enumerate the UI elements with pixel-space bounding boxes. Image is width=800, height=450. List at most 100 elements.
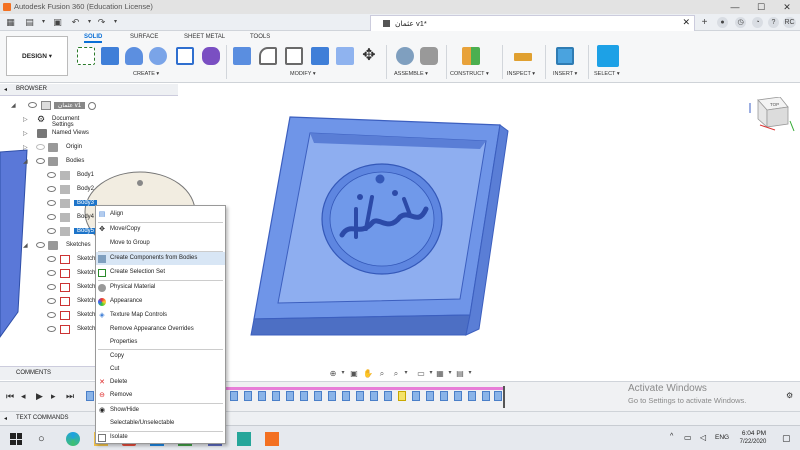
timeline-feature[interactable] bbox=[342, 391, 350, 401]
clock-time[interactable]: 6:04 PM bbox=[739, 430, 769, 437]
menu-item-create-selection-set[interactable]: Create Selection Set bbox=[96, 266, 225, 279]
fusion-taskbar-icon[interactable] bbox=[265, 432, 279, 446]
timeline-feature[interactable] bbox=[482, 391, 490, 401]
timeline-start-icon[interactable]: ⏮ bbox=[6, 391, 14, 402]
data-panel-grid-icon[interactable]: ▦ bbox=[5, 17, 16, 28]
visibility-eye-icon[interactable] bbox=[47, 200, 56, 206]
timeline-settings-gear-icon[interactable]: ⚙ bbox=[786, 391, 793, 400]
new-tab-plus-icon[interactable]: + bbox=[699, 17, 710, 28]
measure-icon[interactable] bbox=[514, 53, 532, 61]
timeline-feature[interactable] bbox=[356, 391, 364, 401]
select-cursor-icon[interactable] bbox=[597, 45, 619, 67]
timeline-feature[interactable] bbox=[328, 391, 336, 401]
menu-item-delete[interactable]: ✕ Delete bbox=[96, 376, 225, 389]
menu-item-move-copy[interactable]: ✥ Move/Copy bbox=[96, 223, 225, 236]
visibility-eye-icon[interactable] bbox=[47, 298, 56, 304]
timeline-feature[interactable] bbox=[398, 391, 406, 401]
visibility-eye-icon[interactable] bbox=[47, 172, 56, 178]
timeline-feature[interactable] bbox=[494, 391, 502, 401]
menu-item-cut[interactable]: Cut bbox=[96, 363, 225, 376]
input-language[interactable]: ENG bbox=[715, 434, 729, 441]
visibility-eye-icon[interactable] bbox=[47, 256, 56, 262]
zoom-icon[interactable]: ⌕ bbox=[377, 369, 387, 378]
tree-item-bodies[interactable]: ◢ Bodies bbox=[0, 155, 100, 169]
menu-item-appearance[interactable]: Appearance bbox=[96, 295, 225, 308]
menu-item-copy[interactable]: Copy bbox=[96, 350, 225, 363]
move-icon[interactable]: ✥ bbox=[360, 47, 378, 65]
tree-item-body1[interactable]: Body1 bbox=[0, 169, 100, 183]
create-form-icon[interactable] bbox=[202, 47, 220, 65]
fillet-icon[interactable] bbox=[259, 47, 277, 65]
visibility-eye-icon[interactable] bbox=[47, 284, 56, 290]
visibility-eye-icon[interactable] bbox=[36, 158, 45, 164]
timeline-feature[interactable] bbox=[314, 391, 322, 401]
menu-item-remove-appearance-overrides[interactable]: Remove Appearance Overrides bbox=[96, 323, 225, 336]
extensions-icon[interactable]: ● bbox=[717, 17, 728, 28]
orbit-dropdown-chevron-icon[interactable]: ▾ bbox=[338, 369, 348, 378]
timeline-step-back-icon[interactable]: ◂ bbox=[21, 391, 26, 402]
group-insert[interactable]: INSERT ▾ bbox=[553, 71, 577, 77]
tab-surface[interactable]: SURFACE bbox=[130, 34, 158, 40]
visibility-eye-icon[interactable] bbox=[36, 144, 45, 150]
expand-text-commands-icon[interactable]: ◂ bbox=[4, 415, 7, 422]
close-window-button[interactable]: ✕ bbox=[774, 0, 800, 14]
tab-sheet-metal[interactable]: SHEET METAL bbox=[184, 34, 225, 40]
undo-icon[interactable]: ↶ bbox=[70, 17, 81, 28]
timeline-feature[interactable] bbox=[412, 391, 420, 401]
viewports-icon[interactable]: ▤ bbox=[455, 369, 465, 378]
tree-item-body4[interactable]: Body4 bbox=[0, 211, 100, 225]
revolve-icon[interactable] bbox=[125, 47, 143, 65]
visibility-eye-icon[interactable] bbox=[47, 186, 56, 192]
save-icon[interactable]: ▣ bbox=[52, 17, 63, 28]
menu-item-properties[interactable]: Properties bbox=[96, 336, 225, 349]
file-dropdown-chevron-icon[interactable]: ▾ bbox=[38, 17, 49, 28]
visibility-eye-icon[interactable] bbox=[36, 242, 45, 248]
browser-panel-header[interactable]: ◂ BROWSER bbox=[0, 84, 178, 96]
pan-hand-icon[interactable]: ✋ bbox=[363, 369, 373, 378]
tree-item-body5[interactable]: Body5 bbox=[0, 225, 100, 239]
timeline-end-icon[interactable]: ⏭ bbox=[66, 391, 74, 402]
timeline-step-forward-icon[interactable]: ▸ bbox=[51, 391, 56, 402]
notifications-bell-icon[interactable]: ◔ bbox=[752, 17, 763, 28]
tab-tools[interactable]: TOOLS bbox=[250, 34, 270, 40]
photos-app-icon[interactable] bbox=[237, 432, 251, 446]
timeline-feature[interactable] bbox=[300, 391, 308, 401]
tray-chevron-icon[interactable]: ^ bbox=[670, 433, 673, 440]
tab-solid[interactable]: SOLID bbox=[84, 34, 103, 43]
timeline-feature[interactable] bbox=[286, 391, 294, 401]
extrude-icon[interactable] bbox=[101, 47, 119, 65]
menu-item-create-components-from-bodies[interactable]: Create Components from Bodies bbox=[96, 252, 225, 265]
close-tab-button[interactable]: ✕ bbox=[682, 17, 690, 28]
tree-item-sketch5[interactable]: Sketch5 bbox=[0, 309, 100, 323]
insert-image-icon[interactable] bbox=[556, 47, 574, 65]
joint-icon[interactable] bbox=[420, 47, 438, 65]
tree-root-component[interactable]: ◢ عثمان v1 bbox=[0, 99, 100, 113]
timeline-feature[interactable] bbox=[258, 391, 266, 401]
file-menu-icon[interactable]: ▤ bbox=[24, 17, 35, 28]
tree-item-body3[interactable]: Body3 bbox=[0, 197, 100, 211]
menu-item-isolate[interactable]: Isolate bbox=[96, 431, 225, 444]
tree-item-named-views[interactable]: ▷ Named Views bbox=[0, 127, 100, 141]
workspace-switcher-button[interactable]: DESIGN ▾ bbox=[6, 36, 68, 76]
minimize-button[interactable]: — bbox=[722, 0, 748, 14]
user-avatar[interactable]: RC bbox=[783, 17, 796, 28]
group-create[interactable]: CREATE ▾ bbox=[133, 71, 159, 77]
tree-item-sketch3[interactable]: Sketch3 bbox=[0, 281, 100, 295]
tree-item-sketch1[interactable]: Sketch1 bbox=[0, 253, 100, 267]
menu-item-show-hide[interactable]: ◉ Show/Hide bbox=[96, 404, 225, 417]
visibility-eye-icon[interactable] bbox=[47, 326, 56, 332]
menu-item-texture-map-controls[interactable]: ◈ Texture Map Controls bbox=[96, 309, 225, 322]
timeline-feature[interactable] bbox=[384, 391, 392, 401]
timeline-play-icon[interactable]: ▶ bbox=[36, 391, 43, 402]
menu-item-selectable-unselectable[interactable]: Selectable/Unselectable bbox=[96, 417, 225, 430]
menu-item-physical-material[interactable]: Physical Material bbox=[96, 281, 225, 294]
tree-item-document-settings[interactable]: ▷ ⚙ Document Settings bbox=[0, 113, 100, 129]
volume-icon[interactable]: ◁ bbox=[700, 433, 706, 442]
timeline-feature[interactable] bbox=[272, 391, 280, 401]
comments-panel-header[interactable]: COMMENTS bbox=[0, 366, 95, 380]
group-modify[interactable]: MODIFY ▾ bbox=[290, 71, 316, 77]
timeline-feature[interactable] bbox=[230, 391, 238, 401]
tree-item-origin[interactable]: ▷ Origin bbox=[0, 141, 100, 155]
activate-component-radio-icon[interactable] bbox=[88, 102, 96, 110]
offset-plane-icon[interactable] bbox=[462, 47, 480, 65]
